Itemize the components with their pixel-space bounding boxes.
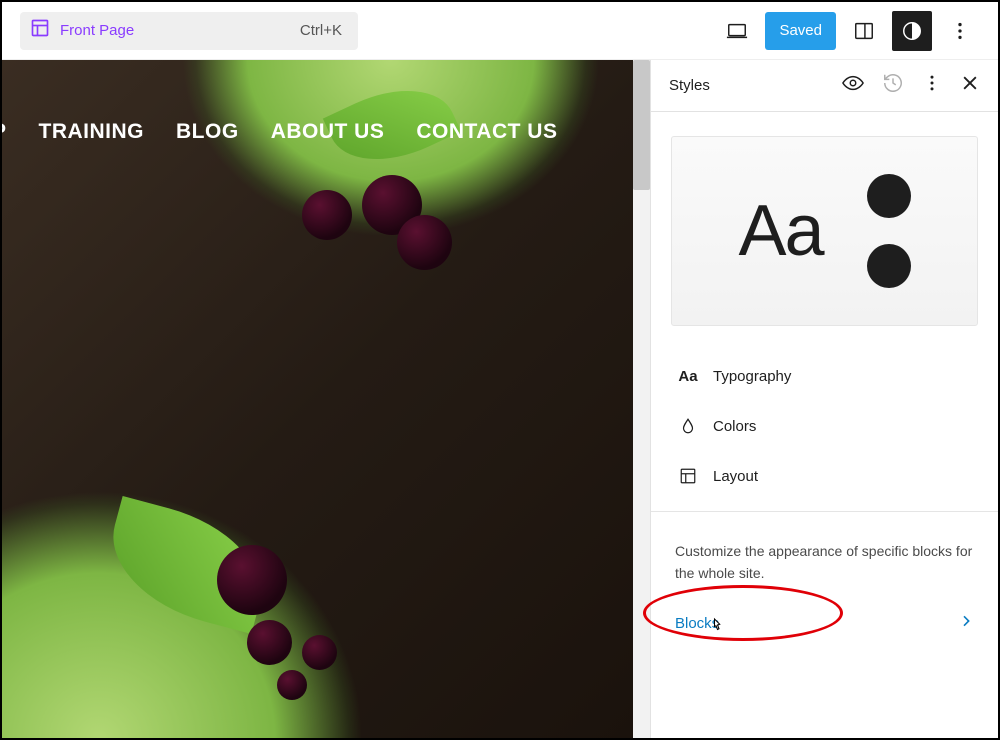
page-selector[interactable]: Front Page Ctrl+K [20, 12, 358, 50]
berry-decoration [302, 635, 337, 670]
chevron-right-icon [958, 613, 974, 634]
close-icon[interactable] [960, 73, 980, 98]
preview-color-swatches [867, 174, 911, 288]
nav-item[interactable]: ABOUT US [271, 120, 385, 144]
layout-icon [30, 18, 50, 43]
nav-item[interactable]: BLOG [176, 120, 239, 144]
layout-icon [677, 467, 699, 485]
site-navigation[interactable]: P TRAINING BLOG ABOUT US CONTACT US [2, 120, 620, 144]
sidebar-title: Styles [669, 77, 710, 94]
nav-item[interactable]: P [2, 120, 7, 144]
scrollbar-thumb[interactable] [633, 60, 650, 190]
revisions-icon[interactable] [882, 72, 904, 99]
berry-decoration [397, 215, 452, 270]
top-toolbar: Front Page Ctrl+K Saved [2, 2, 998, 60]
nav-item[interactable]: TRAINING [39, 120, 145, 144]
menu-item-label: Colors [713, 418, 756, 435]
more-icon[interactable] [922, 73, 942, 98]
main-area: P TRAINING BLOG ABOUT US CONTACT US Styl… [2, 60, 998, 738]
berry-decoration [302, 190, 352, 240]
blocks-label: Blocks [675, 615, 719, 632]
page-name: Front Page [60, 22, 134, 39]
sidebar-toggle-button[interactable] [844, 11, 884, 51]
menu-item-label: Layout [713, 468, 758, 485]
berry-decoration [217, 545, 287, 615]
menu-item-colors[interactable]: Colors [651, 401, 998, 451]
view-desktop-button[interactable] [717, 11, 757, 51]
shortcut-hint: Ctrl+K [300, 22, 342, 39]
blocks-description: Customize the appearance of specific blo… [651, 512, 998, 597]
color-swatch [867, 174, 911, 218]
saved-label: Saved [779, 22, 822, 39]
saved-button[interactable]: Saved [765, 12, 836, 50]
drop-icon [677, 417, 699, 435]
styles-toggle-button[interactable] [892, 11, 932, 51]
preview-typography: Aa [738, 190, 822, 272]
color-swatch [867, 244, 911, 288]
styles-menu: Aa Typography Colors Layout [651, 342, 998, 512]
nav-item[interactable]: CONTACT US [416, 120, 557, 144]
style-preview[interactable]: Aa [671, 136, 978, 326]
more-options-button[interactable] [940, 11, 980, 51]
menu-item-typography[interactable]: Aa Typography [651, 352, 998, 401]
blocks-button[interactable]: Blocks [651, 597, 998, 650]
eye-icon[interactable] [842, 72, 864, 99]
berry-decoration [247, 620, 292, 665]
berry-decoration [277, 670, 307, 700]
menu-item-label: Typography [713, 368, 791, 385]
sidebar-header: Styles [651, 60, 998, 112]
menu-item-layout[interactable]: Layout [651, 451, 998, 501]
editor-canvas[interactable]: P TRAINING BLOG ABOUT US CONTACT US [2, 60, 650, 738]
typography-icon: Aa [677, 368, 699, 385]
styles-sidebar: Styles Aa [650, 60, 998, 738]
